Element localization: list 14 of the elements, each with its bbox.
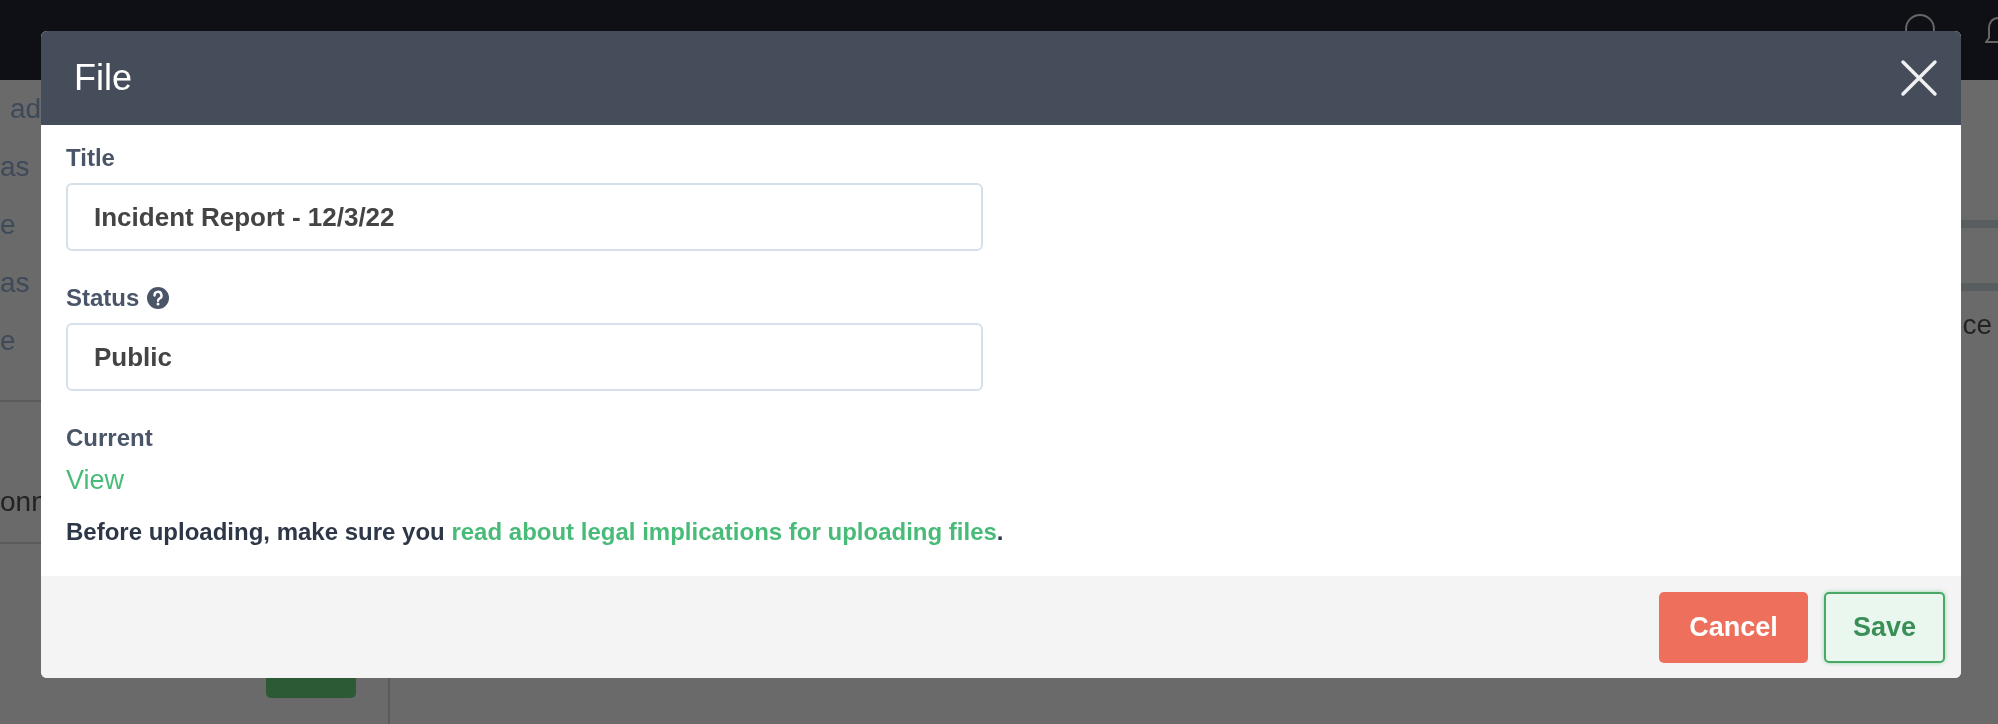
text-field[interactable]: Incident Report - 12/3/22 [66,183,983,251]
field-label: Title [66,144,115,172]
close-icon[interactable] [1899,58,1939,98]
view-link[interactable]: View [66,465,125,496]
cancel-button[interactable]: Cancel [1659,591,1808,663]
help-icon[interactable] [147,287,170,309]
notice-text: Before uploading, make sure you read about legal implications for uploading files. [66,518,1005,546]
field-label: Status [66,284,140,312]
save-button[interactable]: Save [1824,591,1945,663]
section-text: ce [1962,309,1992,341]
text-field[interactable]: Public [66,323,983,391]
legal-link[interactable]: read about legal implications for uploading files [451,518,997,545]
dialog-title: File [74,57,132,99]
field-label: Current [66,424,153,452]
